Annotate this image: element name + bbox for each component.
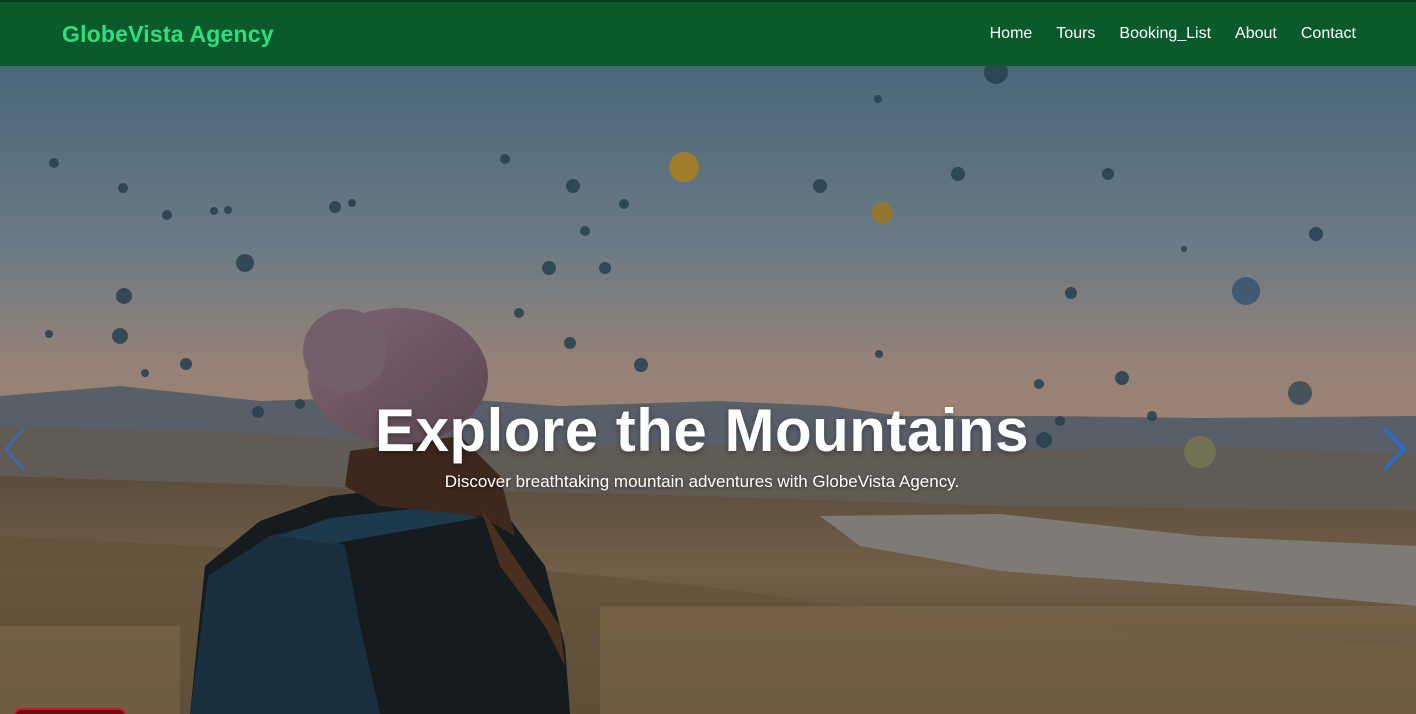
chevron-left-icon: [4, 427, 26, 471]
carousel-prev-button[interactable]: [2, 426, 30, 472]
nav-link-booking-list[interactable]: Booking_List: [1119, 25, 1211, 43]
brand-logo-text[interactable]: GlobeVista Agency: [62, 21, 274, 48]
hero-title: Explore the Mountains: [375, 397, 1029, 464]
partial-red-button[interactable]: [14, 708, 126, 714]
hero-subtitle: Discover breathtaking mountain adventure…: [444, 472, 960, 491]
nav-link-contact[interactable]: Contact: [1301, 25, 1356, 43]
nav-link-about[interactable]: About: [1235, 25, 1277, 43]
navbar: GlobeVista Agency Home Tours Booking_Lis…: [0, 0, 1416, 66]
hero-overlay: [0, 66, 1416, 714]
nav-links: Home Tours Booking_List About Contact: [990, 25, 1356, 43]
nav-link-tours[interactable]: Tours: [1056, 25, 1095, 43]
nav-link-home[interactable]: Home: [990, 25, 1033, 43]
hero-carousel: Explore the Mountains Discover breathtak…: [0, 66, 1416, 714]
carousel-next-button[interactable]: [1380, 426, 1408, 472]
chevron-right-icon: [1382, 426, 1407, 472]
